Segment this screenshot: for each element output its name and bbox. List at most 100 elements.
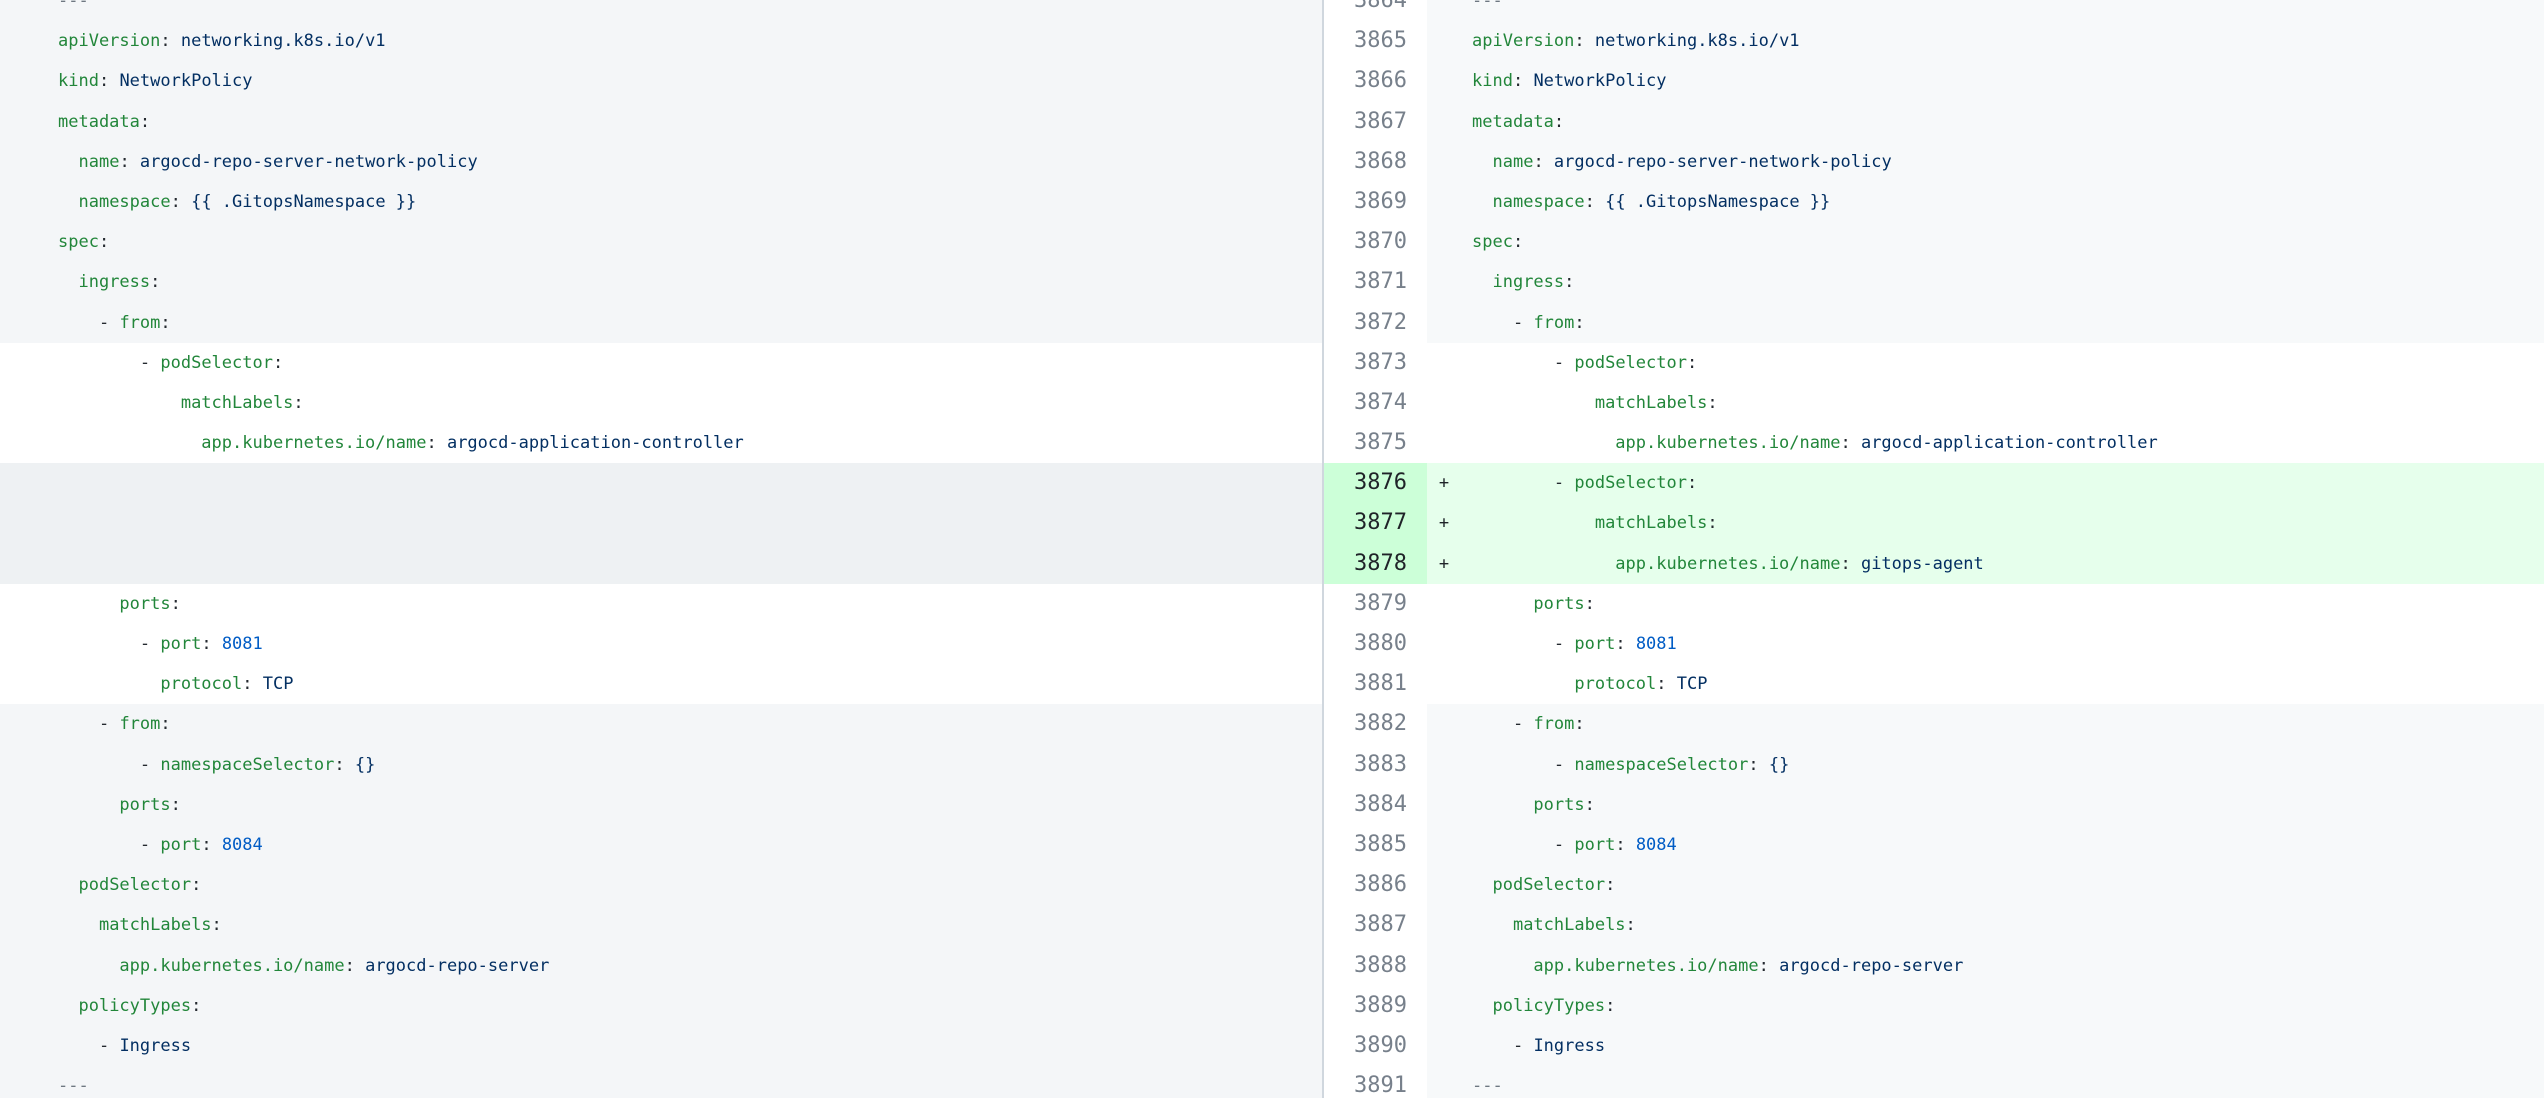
code-text: - podSelector:	[1461, 463, 2544, 503]
line-number[interactable]: 3883	[1324, 745, 1427, 785]
line-number[interactable]: 3868	[1324, 142, 1427, 182]
code-text: apiVersion: networking.k8s.io/v1	[0, 21, 1322, 61]
added-marker: +	[1427, 463, 1461, 503]
line-number[interactable]: 3879	[1324, 584, 1427, 624]
old-code-line: app.kubernetes.io/name: argocd-applicati…	[0, 423, 1322, 463]
line-number[interactable]: 3888	[1324, 946, 1427, 986]
line-number[interactable]: 3878	[1324, 544, 1427, 584]
line-number[interactable]: 3865	[1324, 21, 1427, 61]
diff-marker	[1427, 704, 1461, 744]
new-code-line: 3891---	[1324, 1066, 2544, 1098]
diff-marker	[1427, 745, 1461, 785]
old-code-line: app.kubernetes.io/name: argocd-repo-serv…	[0, 946, 1322, 986]
diff-marker	[1427, 946, 1461, 986]
code-text: - port: 8081	[0, 624, 1322, 664]
new-file-pane[interactable]: 3864 ---3865apiVersion: networking.k8s.io…	[1324, 0, 2544, 1098]
code-text: podSelector:	[0, 865, 1322, 905]
line-number[interactable]: 3876	[1324, 463, 1427, 503]
line-number[interactable]: 3875	[1324, 423, 1427, 463]
code-text: protocol: TCP	[0, 664, 1322, 704]
new-code-line: 3869 namespace: {{ .GitopsNamespace }}	[1324, 182, 2544, 222]
line-number[interactable]: 3882	[1324, 704, 1427, 744]
code-text: ports:	[1461, 584, 2544, 624]
code-text: - from:	[0, 704, 1322, 744]
code-text: app.kubernetes.io/name: gitops-agent	[1461, 544, 2544, 584]
line-number[interactable]: 3891	[1324, 1066, 1427, 1098]
diff-marker	[1427, 343, 1461, 383]
code-text: matchLabels:	[0, 383, 1322, 423]
line-number[interactable]: 3867	[1324, 102, 1427, 142]
new-code-line: 3865apiVersion: networking.k8s.io/v1	[1324, 21, 2544, 61]
line-number[interactable]: 3869	[1324, 182, 1427, 222]
old-code-line: namespace: {{ .GitopsNamespace }}	[0, 182, 1322, 222]
new-code-line: 3884 ports:	[1324, 785, 2544, 825]
new-code-line: 3867metadata:	[1324, 102, 2544, 142]
diff-marker	[1427, 142, 1461, 182]
diff-marker	[1427, 61, 1461, 101]
code-text: ---	[0, 0, 1322, 21]
line-number[interactable]: 3864	[1324, 0, 1427, 21]
code-text: - podSelector:	[1461, 343, 2544, 383]
line-number[interactable]: 3881	[1324, 664, 1427, 704]
diff-marker	[1427, 21, 1461, 61]
code-text: protocol: TCP	[1461, 664, 2544, 704]
line-number[interactable]: 3873	[1324, 343, 1427, 383]
old-code-line: policyTypes:	[0, 986, 1322, 1026]
line-number[interactable]: 3877	[1324, 503, 1427, 543]
line-number[interactable]: 3884	[1324, 785, 1427, 825]
code-text: app.kubernetes.io/name: argocd-applicati…	[0, 423, 1322, 463]
added-marker: +	[1427, 503, 1461, 543]
code-text: name: argocd-repo-server-network-policy	[0, 142, 1322, 182]
old-code-line: metadata:	[0, 102, 1322, 142]
diff-marker	[1427, 1026, 1461, 1066]
new-code-line: 3871 ingress:	[1324, 262, 2544, 302]
code-text: matchLabels:	[1461, 905, 2544, 945]
diff-marker	[1427, 262, 1461, 302]
code-text: metadata:	[0, 102, 1322, 142]
added-code-line: 3877+ matchLabels:	[1324, 503, 2544, 543]
diff-marker	[1427, 785, 1461, 825]
diff-marker	[1427, 303, 1461, 343]
old-code-placeholder	[0, 503, 1322, 543]
old-code-line: matchLabels:	[0, 383, 1322, 423]
line-number[interactable]: 3889	[1324, 986, 1427, 1026]
split-diff-view: ---apiVersion: networking.k8s.io/v1kind:…	[0, 0, 2544, 1098]
line-number[interactable]: 3866	[1324, 61, 1427, 101]
new-code-line: 3889 policyTypes:	[1324, 986, 2544, 1026]
line-number[interactable]: 3871	[1324, 262, 1427, 302]
code-text: - namespaceSelector: {}	[0, 745, 1322, 785]
code-text: ---	[1461, 0, 2544, 21]
diff-marker	[1427, 664, 1461, 704]
line-number[interactable]: 3887	[1324, 905, 1427, 945]
diff-marker	[1427, 1066, 1461, 1098]
new-code-line: 3882 - from:	[1324, 704, 2544, 744]
line-number[interactable]: 3885	[1324, 825, 1427, 865]
code-text: spec:	[0, 222, 1322, 262]
code-text: - port: 8081	[1461, 624, 2544, 664]
old-code-line: ingress:	[0, 262, 1322, 302]
new-file-scroll-area: 3864 ---3865apiVersion: networking.k8s.io…	[1324, 0, 2544, 1098]
line-number[interactable]: 3886	[1324, 865, 1427, 905]
diff-marker	[1427, 825, 1461, 865]
code-text: app.kubernetes.io/name: argocd-repo-serv…	[1461, 946, 2544, 986]
line-number[interactable]: 3872	[1324, 303, 1427, 343]
added-code-line: 3878+ app.kubernetes.io/name: gitops-age…	[1324, 544, 2544, 584]
new-code-line: 3880 - port: 8081	[1324, 624, 2544, 664]
code-text: - port: 8084	[0, 825, 1322, 865]
old-file-pane[interactable]: ---apiVersion: networking.k8s.io/v1kind:…	[0, 0, 1322, 1098]
code-text: kind: NetworkPolicy	[1461, 61, 2544, 101]
old-code-line: apiVersion: networking.k8s.io/v1	[0, 21, 1322, 61]
new-code-line: 3881 protocol: TCP	[1324, 664, 2544, 704]
code-text: spec:	[1461, 222, 2544, 262]
code-text: - from:	[0, 303, 1322, 343]
new-code-line: 3888 app.kubernetes.io/name: argocd-repo…	[1324, 946, 2544, 986]
line-number[interactable]: 3890	[1324, 1026, 1427, 1066]
old-code-line: kind: NetworkPolicy	[0, 61, 1322, 101]
line-number[interactable]: 3874	[1324, 383, 1427, 423]
line-number[interactable]: 3870	[1324, 222, 1427, 262]
code-text: app.kubernetes.io/name: argocd-applicati…	[1461, 423, 2544, 463]
old-code-line: - port: 8084	[0, 825, 1322, 865]
new-code-line: 3870 spec:	[1324, 222, 2544, 262]
old-code-line: podSelector:	[0, 865, 1322, 905]
line-number[interactable]: 3880	[1324, 624, 1427, 664]
